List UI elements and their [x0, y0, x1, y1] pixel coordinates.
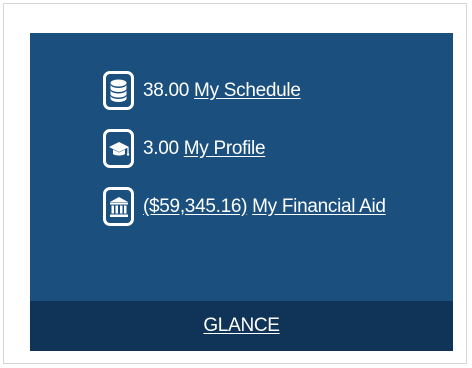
- my-schedule-link[interactable]: My Schedule: [194, 80, 301, 102]
- profile-row: 3.00 My Profile: [103, 126, 386, 171]
- at-a-glance-card: 38.00 My Schedule 3.00 My Profile ($59,3…: [30, 33, 453, 351]
- financial-aid-balance-link[interactable]: ($59,345.16): [143, 196, 247, 218]
- bank-building-icon: [103, 187, 134, 226]
- graduation-cap-icon: [103, 129, 134, 168]
- widget-frame: 38.00 My Schedule 3.00 My Profile ($59,3…: [3, 3, 467, 364]
- glance-link[interactable]: GLANCE: [203, 315, 280, 337]
- summary-list: 38.00 My Schedule 3.00 My Profile ($59,3…: [103, 68, 386, 242]
- coins-stack-icon: [103, 71, 134, 110]
- my-profile-link[interactable]: My Profile: [184, 138, 266, 160]
- schedule-row: 38.00 My Schedule: [103, 68, 386, 113]
- my-financial-aid-link[interactable]: My Financial Aid: [252, 196, 386, 218]
- profile-value: 3.00: [143, 137, 179, 159]
- credit-hours-value: 38.00: [143, 79, 190, 101]
- financial-aid-row: ($59,345.16) My Financial Aid: [103, 184, 386, 229]
- card-footer: GLANCE: [30, 301, 453, 351]
